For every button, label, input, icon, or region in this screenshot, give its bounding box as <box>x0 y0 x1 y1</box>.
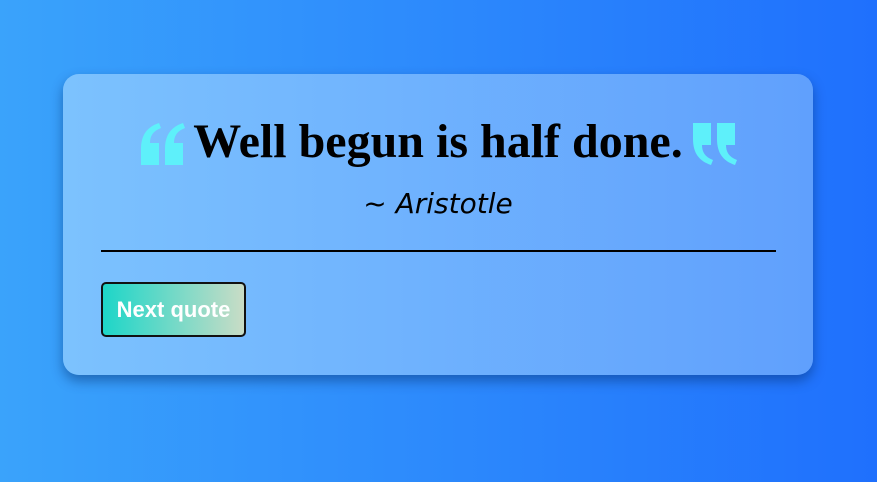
quote-left-icon <box>139 121 186 167</box>
quote-row: Well begun is half done. <box>63 114 813 170</box>
quote-author: ~ Aristotle <box>363 187 513 220</box>
quote-text: Well begun is half done. <box>193 115 683 168</box>
divider <box>101 250 776 252</box>
next-quote-button[interactable]: Next quote <box>101 282 246 337</box>
quote-card: Well begun is half done. ~ Aristotle Nex… <box>63 74 813 375</box>
quote-right-icon <box>691 121 737 167</box>
